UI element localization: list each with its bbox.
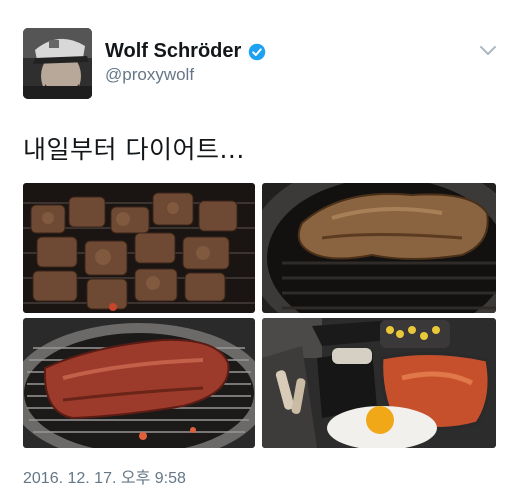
user-handle[interactable]: @proxywolf: [105, 65, 194, 85]
tweet-photo-3[interactable]: [23, 318, 255, 448]
display-name[interactable]: Wolf Schröder: [105, 40, 241, 63]
author-name-row[interactable]: Wolf Schröder: [105, 40, 266, 63]
tweet-photo-2[interactable]: [262, 183, 496, 313]
verified-badge-icon: [249, 43, 266, 60]
tweet-timestamp[interactable]: 2016. 12. 17. 오후 9:58: [23, 464, 186, 488]
tweet-text: 내일부터 다이어트...: [23, 135, 245, 164]
chevron-down-icon[interactable]: [479, 44, 497, 58]
avatar[interactable]: [23, 28, 92, 99]
tweet-photo-4[interactable]: [262, 318, 496, 448]
tweet-photo-1[interactable]: [23, 183, 255, 313]
